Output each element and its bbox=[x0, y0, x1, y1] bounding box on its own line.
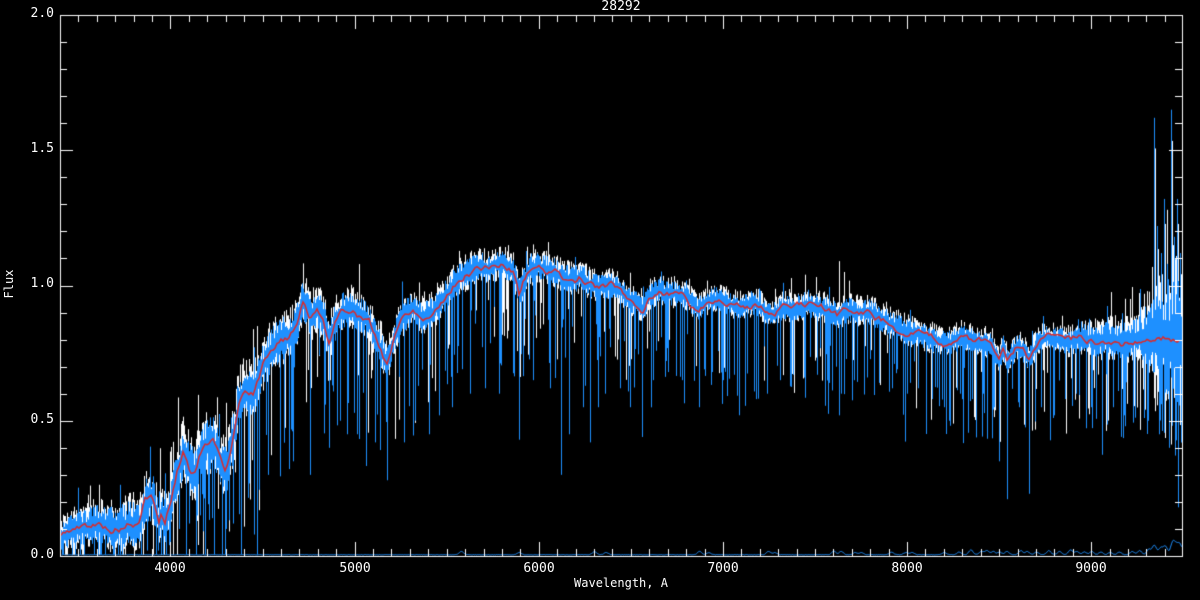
x-tick-label: 7000 bbox=[707, 561, 739, 576]
y-tick-label: 0.5 bbox=[30, 412, 54, 427]
y-tick-label: 1.5 bbox=[30, 141, 54, 156]
x-tick-label: 9000 bbox=[1075, 561, 1107, 576]
y-tick-label: 2.0 bbox=[30, 6, 54, 21]
plot-title: 28292 bbox=[601, 0, 641, 14]
x-tick-label: 8000 bbox=[891, 561, 923, 576]
spectrum-viewer: 28292 Flux Wavelength, A 0.0 0.5 1.0 1.5… bbox=[0, 0, 1200, 600]
x-axis-label: Wavelength, A bbox=[574, 576, 668, 590]
x-tick-label: 5000 bbox=[339, 561, 371, 576]
y-tick-label: 0.0 bbox=[30, 547, 54, 562]
spectrum-plot-canvas bbox=[0, 0, 1200, 600]
y-tick-label: 1.0 bbox=[30, 276, 54, 291]
x-tick-label: 6000 bbox=[523, 561, 555, 576]
x-tick-label: 4000 bbox=[154, 561, 186, 576]
